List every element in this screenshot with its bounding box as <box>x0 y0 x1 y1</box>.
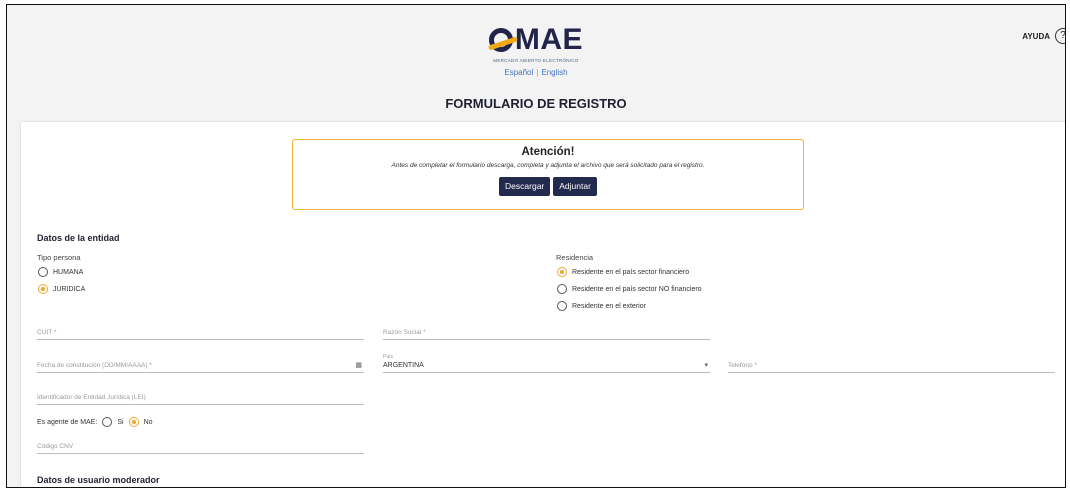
help-label: AYUDA <box>1022 31 1050 41</box>
tipo-radio-humana[interactable]: HUMANA <box>38 267 83 277</box>
residencia-radio-exterior[interactable]: Residente en el exterior <box>557 301 646 311</box>
agente-mae-group: Es agente de MAE: Si No <box>37 417 153 427</box>
radio-agente-si[interactable] <box>102 417 113 427</box>
radio-humana-label: HUMANA <box>53 268 84 276</box>
brand-subtitle: MERCADO ABIERTO ELECTRÓNICO <box>493 58 579 63</box>
cnv-placeholder: Código CNV <box>37 443 74 450</box>
radio-residencia-exterior-label: Residente en el exterior <box>572 302 646 310</box>
download-button[interactable]: Descargar <box>499 177 551 196</box>
agente-mae-label: Es agente de MAE: <box>37 418 98 426</box>
residencia-radio-financiero[interactable]: Residente en el país sector financiero <box>557 267 689 277</box>
dropdown-arrow-icon[interactable]: ▾ <box>704 361 708 369</box>
help-button[interactable]: AYUDA ? <box>1022 28 1065 44</box>
page-title: FORMULARIO DE REGISTRO <box>445 96 627 111</box>
lei-field[interactable]: Identificador de Entidad Jurídica (LEI) <box>37 390 364 405</box>
mae-logo-icon <box>488 28 513 52</box>
tipo-persona-label: Tipo persona <box>37 253 81 262</box>
alert-title: Atención! <box>521 146 575 158</box>
telefono-field[interactable]: Telefono * <box>728 358 1055 373</box>
radio-agente-no-label: No <box>143 418 153 426</box>
calendar-icon[interactable]: ▦ <box>355 361 362 369</box>
radio-juridica[interactable] <box>38 284 48 294</box>
radio-residencia-no-financiero-label: Residente en el país sector NO financier… <box>572 285 702 293</box>
radio-agente-no[interactable] <box>128 417 139 427</box>
alert-text: Antes de completar el formulario descarg… <box>391 162 705 169</box>
mae-logo: MAE <box>7 25 1065 57</box>
residencia-radio-no-financiero[interactable]: Residente en el país sector NO financier… <box>557 284 702 294</box>
radio-agente-si-label: Si <box>117 418 124 426</box>
pais-select[interactable]: País ARGENTINA ▾ <box>383 354 710 373</box>
residencia-label: Residencia <box>556 253 594 262</box>
pais-value: ARGENTINA <box>383 362 424 369</box>
radio-residencia-no-financiero[interactable] <box>557 284 567 294</box>
moderator-section-title: Datos de usuario moderador <box>37 475 160 485</box>
lang-es-link[interactable]: Español <box>504 68 533 77</box>
radio-residencia-financiero[interactable] <box>557 267 567 277</box>
radio-residencia-financiero-label: Residente en el país sector financiero <box>572 268 690 276</box>
radio-residencia-exterior[interactable] <box>557 301 567 311</box>
cuit-placeholder: CUIT * <box>37 329 57 336</box>
radio-juridica-label: JURIDICA <box>53 285 86 293</box>
telefono-placeholder: Telefono * <box>728 362 757 369</box>
pais-label: País <box>383 354 394 360</box>
tipo-radio-juridica[interactable]: JURIDICA <box>38 284 85 294</box>
help-circle-icon: ? <box>1055 28 1065 44</box>
app-frame: MAE MERCADO ABIERTO ELECTRÓNICO Español |… <box>6 4 1066 488</box>
razon-social-field[interactable]: Razón Social * <box>383 325 710 340</box>
codigo-cnv-field[interactable]: Código CNV <box>37 439 364 454</box>
razon-social-placeholder: Razón Social * <box>383 329 426 336</box>
cuit-field[interactable]: CUIT * <box>37 325 364 340</box>
fecha-constitucion-field[interactable]: Fecha de constitución (DD/MM/AAAA) * ▦ <box>37 358 364 373</box>
lang-separator: | <box>536 68 539 77</box>
lang-en-link[interactable]: English <box>541 68 567 77</box>
attach-button[interactable]: Adjuntar <box>553 177 597 196</box>
lei-placeholder: Identificador de Entidad Jurídica (LEI) <box>37 394 146 401</box>
entity-section-title: Datos de la entidad <box>37 233 120 243</box>
language-switcher: Español | English <box>7 68 1065 77</box>
fecha-placeholder: Fecha de constitución (DD/MM/AAAA) * <box>37 362 152 369</box>
radio-humana[interactable] <box>38 267 48 277</box>
registration-form-card: Atención! Antes de completar el formular… <box>21 122 1065 487</box>
brand-name: MAE <box>514 23 584 56</box>
attention-alert: Atención! Antes de completar el formular… <box>292 139 804 210</box>
